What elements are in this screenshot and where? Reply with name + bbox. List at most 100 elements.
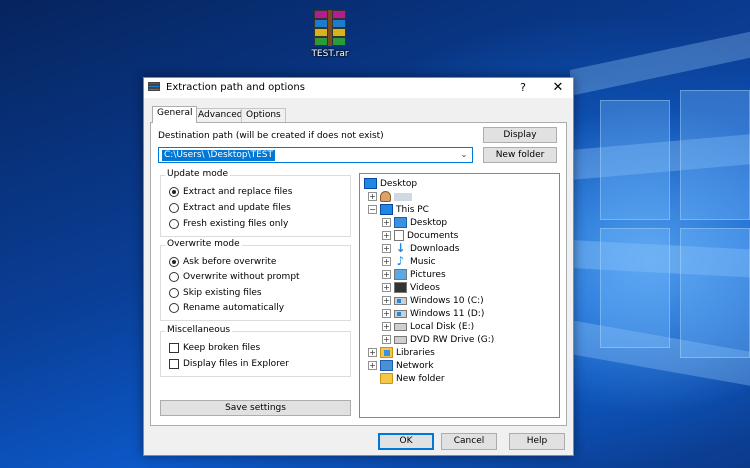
tree-node-drive-c[interactable]: + Windows 10 (C:) — [382, 294, 484, 307]
checkbox-keep-broken-files[interactable]: Keep broken files — [169, 342, 260, 354]
radio-button-icon[interactable] — [169, 288, 179, 298]
tree-node-network[interactable]: + Network — [368, 359, 434, 372]
expand-icon[interactable]: + — [382, 244, 391, 253]
tree-node-label: Windows 11 (D:) — [410, 308, 485, 319]
tab-advanced[interactable]: Advanced — [193, 108, 248, 122]
checkbox-icon[interactable] — [169, 343, 179, 353]
tree-node-new-folder[interactable]: New folder — [380, 372, 445, 385]
checkbox-display-in-explorer[interactable]: Display files in Explorer — [169, 358, 289, 370]
libraries-icon — [380, 347, 393, 358]
folder-tree[interactable]: Desktop + − This PC + Desktop + Document… — [359, 173, 560, 418]
tree-node-desktop-root[interactable]: Desktop — [364, 177, 417, 190]
dialog-titlebar[interactable]: Extraction path and options ? ✕ — [144, 78, 573, 98]
radio-button-icon[interactable] — [169, 187, 179, 197]
help-button[interactable]: Help — [509, 433, 565, 450]
user-icon — [380, 191, 391, 202]
radio-ask-before-overwrite[interactable]: Ask before overwrite — [169, 256, 276, 268]
display-button[interactable]: Display — [483, 127, 557, 143]
music-icon: ♪ — [396, 254, 405, 268]
tree-node-desktop[interactable]: + Desktop — [382, 216, 447, 229]
tree-node-drive-d[interactable]: + Windows 11 (D:) — [382, 307, 484, 320]
tree-node-label: This PC — [396, 204, 429, 215]
option-label: Rename automatically — [183, 303, 285, 313]
general-tab-panel: Destination path (will be created if doe… — [150, 122, 567, 426]
destination-path-combo[interactable]: C:\Users\ \Desktop\TEST ⌄ — [158, 147, 473, 163]
expand-icon[interactable]: + — [368, 361, 377, 370]
drive-icon — [394, 322, 407, 331]
dialog-title: Extraction path and options — [166, 82, 305, 93]
tree-node-label: Downloads — [410, 243, 460, 254]
monitor-icon — [364, 178, 377, 189]
tab-options[interactable]: Options — [241, 108, 286, 122]
radio-skip-existing[interactable]: Skip existing files — [169, 287, 262, 299]
cancel-button[interactable]: Cancel — [441, 433, 497, 450]
expand-icon[interactable]: + — [382, 270, 391, 279]
tree-node-drive-g[interactable]: + DVD RW Drive (G:) — [382, 333, 494, 346]
tree-node-videos[interactable]: + Videos — [382, 281, 440, 294]
network-icon — [380, 360, 393, 371]
chevron-down-icon[interactable]: ⌄ — [458, 148, 470, 162]
desktop-icon-label: TEST.rar — [311, 49, 349, 59]
redacted-username — [394, 192, 412, 201]
expand-icon[interactable]: + — [382, 257, 391, 266]
option-label: Extract and replace files — [183, 187, 293, 197]
radio-button-icon[interactable] — [169, 272, 179, 282]
save-settings-button[interactable]: Save settings — [160, 400, 351, 416]
miscellaneous-group: Miscellaneous Keep broken files Display … — [160, 325, 351, 377]
ok-button[interactable]: OK — [378, 433, 434, 450]
tree-node-music[interactable]: + ♪ Music — [382, 255, 436, 268]
tab-general[interactable]: General — [152, 106, 198, 123]
expand-icon[interactable]: + — [382, 309, 391, 318]
tree-node-pictures[interactable]: + Pictures — [382, 268, 446, 281]
checkbox-icon[interactable] — [169, 359, 179, 369]
overwrite-mode-group: Overwrite mode Ask before overwrite Over… — [160, 239, 351, 321]
new-folder-button[interactable]: New folder — [483, 147, 557, 163]
expand-icon[interactable]: + — [382, 296, 391, 305]
expand-icon[interactable]: + — [382, 218, 391, 227]
radio-button-icon[interactable] — [169, 219, 179, 229]
tree-node-label: Documents — [407, 230, 459, 241]
windows-drive-icon — [394, 296, 407, 305]
expand-icon[interactable]: + — [368, 192, 377, 201]
tree-node-user[interactable]: + — [368, 190, 412, 203]
miscellaneous-title: Miscellaneous — [165, 325, 233, 335]
expand-icon[interactable]: + — [382, 322, 391, 331]
expand-icon[interactable]: + — [368, 348, 377, 357]
pictures-icon — [394, 269, 407, 280]
tree-node-drive-e[interactable]: + Local Disk (E:) — [382, 320, 474, 333]
winrar-archive-icon — [314, 10, 346, 46]
expand-icon[interactable]: + — [382, 231, 391, 240]
radio-extract-update[interactable]: Extract and update files — [169, 202, 291, 214]
dvd-drive-icon — [394, 335, 407, 344]
radio-button-icon[interactable] — [169, 203, 179, 213]
help-title-button[interactable]: ? — [509, 78, 537, 98]
tree-node-label: DVD RW Drive (G:) — [410, 334, 495, 345]
expand-icon[interactable]: + — [382, 283, 391, 292]
tree-node-libraries[interactable]: + Libraries — [368, 346, 435, 359]
collapse-icon[interactable]: − — [368, 205, 377, 214]
option-label: Keep broken files — [183, 343, 261, 353]
radio-extract-replace[interactable]: Extract and replace files — [169, 186, 292, 198]
wallpaper-window-pane — [680, 90, 750, 220]
expand-icon[interactable]: + — [382, 335, 391, 344]
radio-overwrite-without-prompt[interactable]: Overwrite without prompt — [169, 271, 300, 283]
videos-icon — [394, 282, 407, 293]
tree-node-label: Desktop — [410, 217, 448, 228]
destination-path-value[interactable]: C:\Users\ \Desktop\TEST — [162, 150, 276, 161]
radio-rename-automatically[interactable]: Rename automatically — [169, 302, 284, 314]
tree-node-this-pc[interactable]: − This PC — [368, 203, 429, 216]
tree-node-label: Pictures — [410, 269, 446, 280]
option-label: Skip existing files — [183, 288, 262, 298]
tree-node-label: Desktop — [380, 178, 418, 189]
radio-button-icon[interactable] — [169, 303, 179, 313]
desktop-icon-test-rar[interactable]: TEST.rar — [300, 10, 360, 59]
tree-node-downloads[interactable]: + ↓ Downloads — [382, 242, 459, 255]
radio-button-icon[interactable] — [169, 257, 179, 267]
tree-node-label: Local Disk (E:) — [410, 321, 475, 332]
radio-fresh-existing[interactable]: Fresh existing files only — [169, 218, 288, 230]
close-button[interactable]: ✕ — [544, 78, 572, 98]
tree-node-label: Music — [410, 256, 436, 267]
tree-node-documents[interactable]: + Documents — [382, 229, 458, 242]
wallpaper-window-pane — [600, 228, 670, 348]
tree-node-label: Network — [396, 360, 434, 371]
